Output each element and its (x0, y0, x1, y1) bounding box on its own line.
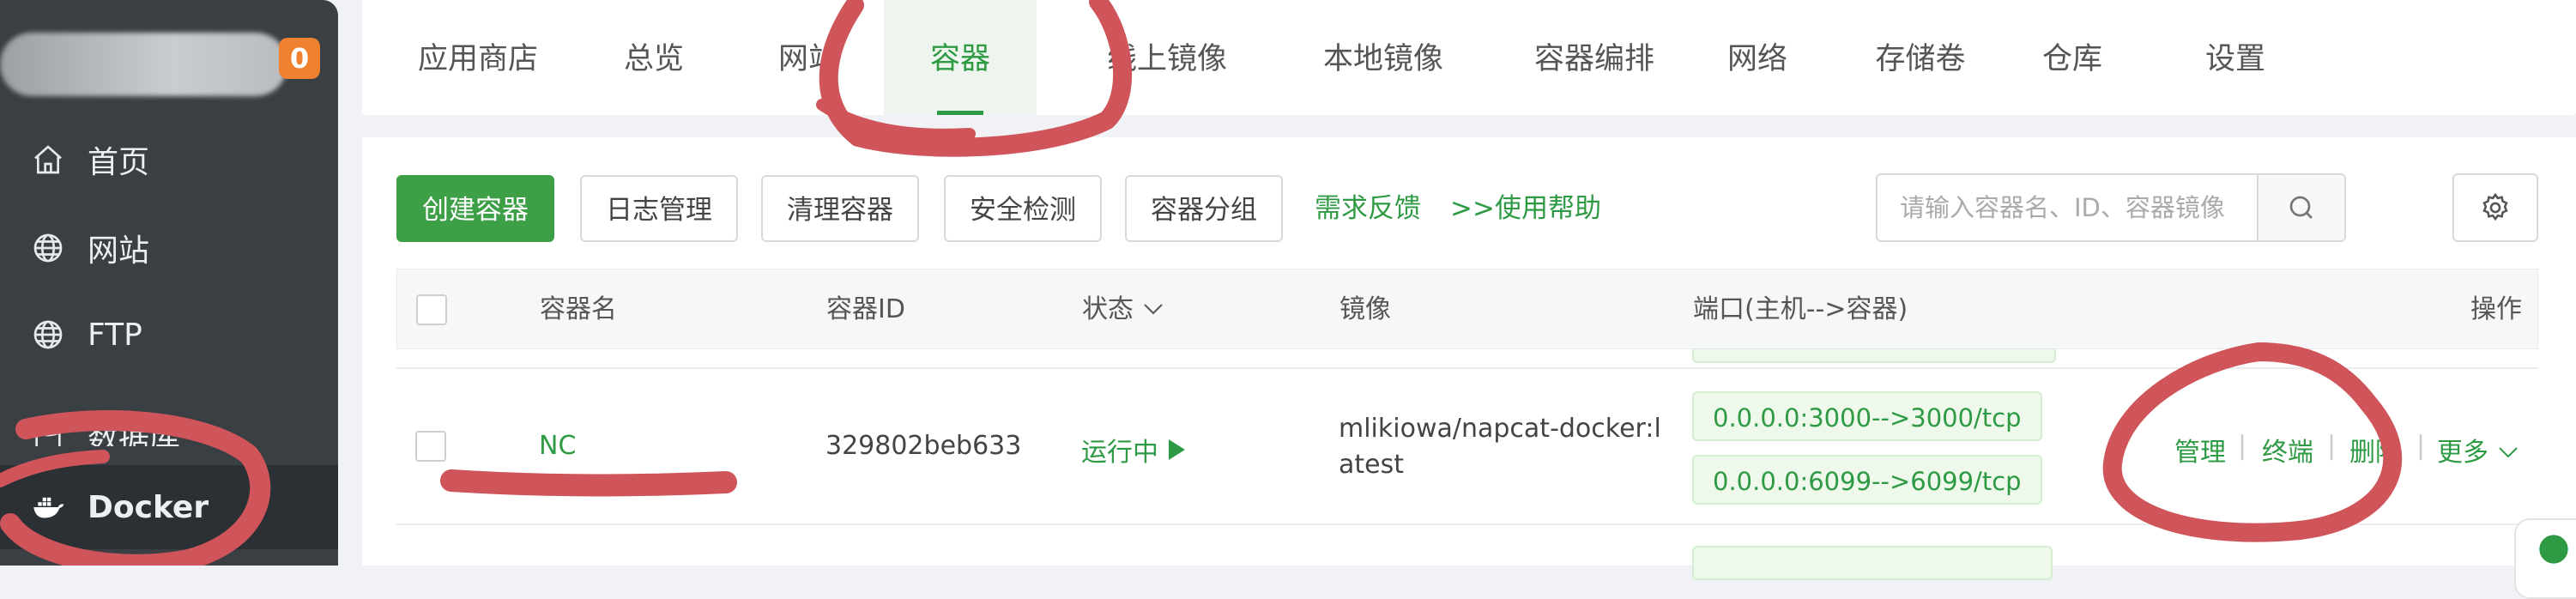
container-image-line2: atest (1339, 450, 1404, 480)
row-divider (396, 523, 2538, 525)
ops-separator: | (2327, 431, 2337, 461)
column-header-image: 镜像 (1339, 294, 1391, 324)
chevron-down-icon (2498, 447, 2518, 458)
table-header: 容器名 容器ID 状态 镜像 端口(主机-->容器) 操作 (396, 269, 2538, 349)
log-management-button[interactable]: 日志管理 (580, 175, 738, 242)
container-group-button[interactable]: 容器分组 (1125, 175, 1283, 242)
globe-icon (31, 231, 65, 265)
docker-icon (31, 490, 65, 524)
previous-row-port-tag (1692, 349, 2056, 363)
sidebar-item-label: 首页 (88, 145, 150, 180)
tab-local-images[interactable]: 本地镜像 (1289, 0, 1478, 115)
sidebar-item-ftp[interactable]: FTP (0, 293, 338, 377)
row-checkbox[interactable] (415, 431, 446, 462)
column-header-name: 容器名 (540, 294, 617, 324)
tab-app-store[interactable]: 应用商店 (388, 0, 568, 115)
container-panel: 创建容器 日志管理 清理容器 安全检测 容器分组 需求反馈 >>使用帮助 请输入… (362, 137, 2576, 580)
port-mapping-tag[interactable]: 0.0.0.0:6099-->6099/tcp (1692, 455, 2042, 505)
search-icon (2289, 196, 2313, 219)
notification-badge[interactable]: 0 (279, 38, 320, 79)
tab-website[interactable]: 网站 (757, 0, 860, 115)
column-header-ops: 操作 (2470, 294, 2522, 324)
more-label: 更多 (2437, 438, 2488, 468)
database-icon (31, 422, 65, 446)
next-row-port-tag (1692, 546, 2053, 580)
search-button[interactable] (2257, 175, 2344, 240)
sidebar-item-label: 数据库 (88, 421, 181, 446)
tab-network[interactable]: 网络 (1706, 0, 1809, 115)
ftp-globe-icon (31, 318, 65, 352)
tab-overview[interactable]: 总览 (602, 0, 705, 115)
tab-online-images[interactable]: 线上镜像 (1073, 0, 1261, 115)
gear-icon (2482, 192, 2508, 221)
sidebar-item-label: 网站 (88, 233, 150, 269)
row-divider (396, 367, 2538, 369)
settings-button[interactable] (2452, 173, 2538, 242)
column-header-ports: 端口(主机-->容器) (1693, 294, 1908, 324)
sidebar-item-home[interactable]: 首页 (0, 118, 338, 202)
feedback-link[interactable]: 需求反馈 (1315, 175, 1421, 242)
container-name-link[interactable]: NC (539, 431, 576, 461)
security-check-button[interactable]: 安全检测 (944, 175, 1102, 242)
docker-tabs: 应用商店 总览 网站 容器 线上镜像 本地镜像 容器编排 网络 存储卷 仓库 设… (362, 0, 2576, 115)
sidebar-item-docker[interactable]: Docker (0, 465, 338, 549)
delete-link[interactable]: 删除 (2349, 431, 2401, 469)
container-id: 329802beb633 (825, 431, 1022, 461)
container-status[interactable]: 运行中 (1081, 431, 1186, 469)
container-image-line1: mlikiowa/napcat-docker:l (1339, 414, 1661, 444)
terminal-link[interactable]: 终端 (2262, 431, 2313, 469)
tab-settings[interactable]: 设置 (2180, 0, 2291, 115)
port-mapping-tag[interactable]: 0.0.0.0:3000-->3000/tcp (1692, 391, 2042, 441)
sidebar-item-website[interactable]: 网站 (0, 206, 338, 290)
create-container-button[interactable]: 创建容器 (396, 175, 554, 242)
sidebar-item-database[interactable]: 数据库 (0, 378, 338, 446)
sidebar-item-label: FTP (88, 317, 142, 353)
tab-containers[interactable]: 容器 (884, 0, 1037, 115)
column-header-status[interactable]: 状态 (1082, 269, 1164, 350)
sidebar-item-label: Docker (88, 489, 209, 525)
tab-registry[interactable]: 仓库 (2017, 0, 2128, 115)
home-icon (31, 142, 65, 177)
ops-separator: | (2416, 431, 2426, 461)
play-icon (1168, 439, 1185, 460)
help-link[interactable]: >>使用帮助 (1450, 175, 1601, 242)
chevron-down-icon (1143, 304, 1163, 315)
status-label: 运行中 (1081, 438, 1158, 468)
ops-separator: | (2238, 431, 2247, 461)
column-header-status-label: 状态 (1082, 294, 1134, 324)
manage-link[interactable]: 管理 (2174, 431, 2226, 469)
search-box[interactable]: 请输入容器名、ID、容器镜像 (1876, 173, 2346, 242)
tab-volumes[interactable]: 存储卷 (1852, 0, 1989, 115)
clean-containers-button[interactable]: 清理容器 (761, 175, 919, 242)
column-header-id: 容器ID (826, 294, 905, 324)
select-all-checkbox[interactable] (416, 294, 447, 325)
help-icon (2539, 535, 2568, 564)
account-name-blurred[interactable] (0, 33, 287, 96)
sidebar: 0 首页 网站 FTP 数据库 Docker (0, 0, 338, 566)
more-dropdown[interactable]: 更多 (2437, 431, 2519, 469)
floating-help-widget[interactable] (2514, 518, 2576, 599)
tab-compose[interactable]: 容器编排 (1500, 0, 1689, 115)
search-input[interactable]: 请输入容器名、ID、容器镜像 (1878, 175, 2257, 240)
